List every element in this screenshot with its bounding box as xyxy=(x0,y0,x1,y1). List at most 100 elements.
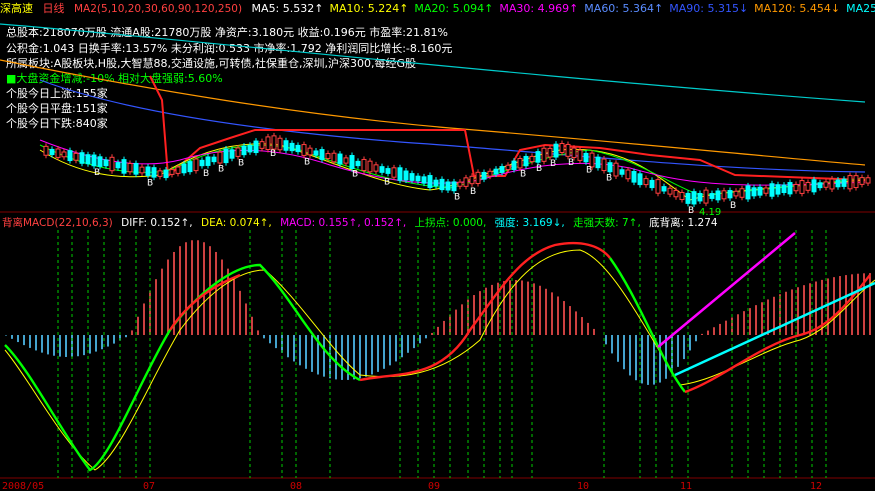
candle xyxy=(247,144,253,153)
candle xyxy=(265,136,271,150)
buy-marker-8: B xyxy=(384,178,390,188)
candle xyxy=(697,192,703,202)
candle xyxy=(103,159,109,167)
candle xyxy=(325,153,331,159)
candle xyxy=(745,185,751,200)
candle xyxy=(157,170,163,177)
candle xyxy=(319,149,325,160)
ma120-line xyxy=(0,59,866,166)
candle xyxy=(241,145,247,156)
diff-line-rising-3 xyxy=(684,274,871,394)
candle xyxy=(835,179,841,188)
candle xyxy=(577,149,583,161)
candle xyxy=(181,163,187,174)
candle xyxy=(541,147,547,162)
candle xyxy=(775,184,781,195)
upturn-value: 上拐点: 0.000, xyxy=(414,217,487,229)
candle xyxy=(769,183,775,197)
candle xyxy=(499,166,505,173)
buy-marker-0: B xyxy=(94,168,100,178)
chart-canvas[interactable]: BBB BBBBBBBBBB B BBBBB 4.19 2008/05 07 08 0… xyxy=(0,0,875,491)
candle xyxy=(271,135,277,150)
candle xyxy=(259,141,265,149)
candle xyxy=(637,173,643,186)
candle xyxy=(529,155,535,163)
macd-value: MACD: 0.155↑, 0.152↑, xyxy=(280,217,407,229)
candle xyxy=(43,145,49,156)
candle xyxy=(145,166,151,176)
candle xyxy=(373,164,379,172)
candle xyxy=(715,190,721,201)
candle xyxy=(865,177,871,184)
candle xyxy=(223,148,229,164)
candle xyxy=(283,140,289,151)
candle xyxy=(433,179,439,187)
candle xyxy=(49,148,55,156)
candle xyxy=(559,143,565,153)
candle xyxy=(811,179,817,193)
candle xyxy=(85,154,91,165)
candle xyxy=(409,173,415,181)
divergence-value: 底背离: 1.274 xyxy=(649,217,718,229)
candle xyxy=(301,144,307,156)
candle xyxy=(601,158,607,172)
candle xyxy=(307,147,313,156)
diff-line-rising-2 xyxy=(359,241,611,382)
buy-marker-16: B xyxy=(606,173,612,183)
candle xyxy=(703,189,709,204)
candle xyxy=(343,157,349,164)
candle xyxy=(727,190,733,199)
macd-indicator-bar: 背离MACD(22,10,6,3) DIFF: 0.152↑, DEA: 0.0… xyxy=(2,215,875,229)
candle xyxy=(475,171,481,184)
candle xyxy=(211,156,217,163)
buy-marker-18: B xyxy=(730,201,736,211)
candle xyxy=(115,162,121,169)
candle xyxy=(859,177,865,185)
buy-marker-7: B xyxy=(352,170,358,180)
candle xyxy=(391,167,397,178)
candle xyxy=(199,159,205,167)
candle xyxy=(253,140,259,154)
candle xyxy=(235,147,241,157)
candle xyxy=(379,166,385,173)
candle xyxy=(787,182,793,195)
candle xyxy=(469,175,475,185)
x-label-3: 09 xyxy=(428,481,440,491)
candle xyxy=(661,186,667,192)
candle xyxy=(817,182,823,189)
x-axis: 2008/05 07 08 09 10 11 12 xyxy=(2,481,822,491)
candle xyxy=(277,137,283,151)
candle xyxy=(487,170,493,177)
macd-title[interactable]: 背离MACD(22,10,6,3) xyxy=(2,217,113,229)
candle xyxy=(841,178,847,187)
candle xyxy=(691,191,697,205)
candle xyxy=(139,166,145,174)
candle xyxy=(67,150,73,162)
candle xyxy=(187,161,193,173)
candle xyxy=(439,178,445,191)
candle xyxy=(709,193,715,199)
candle xyxy=(553,143,559,158)
candle xyxy=(517,158,523,169)
candle xyxy=(631,171,637,183)
candle xyxy=(193,158,199,172)
candle xyxy=(403,170,409,181)
candle xyxy=(799,180,805,194)
candle xyxy=(73,152,79,161)
candle xyxy=(619,169,625,175)
candle xyxy=(175,166,181,174)
candle xyxy=(781,184,787,194)
candle xyxy=(673,189,679,198)
x-label-5: 11 xyxy=(680,481,692,491)
ma30-line xyxy=(39,139,866,186)
candle xyxy=(667,187,673,195)
candle xyxy=(505,164,511,171)
candle xyxy=(463,177,469,187)
candle xyxy=(109,156,115,172)
candle xyxy=(607,162,613,173)
buy-marker-6: B xyxy=(304,158,310,168)
candle xyxy=(151,167,157,178)
candle xyxy=(535,151,541,163)
days-value: 走强天数: 7↑, xyxy=(573,217,641,229)
candle xyxy=(565,143,571,157)
